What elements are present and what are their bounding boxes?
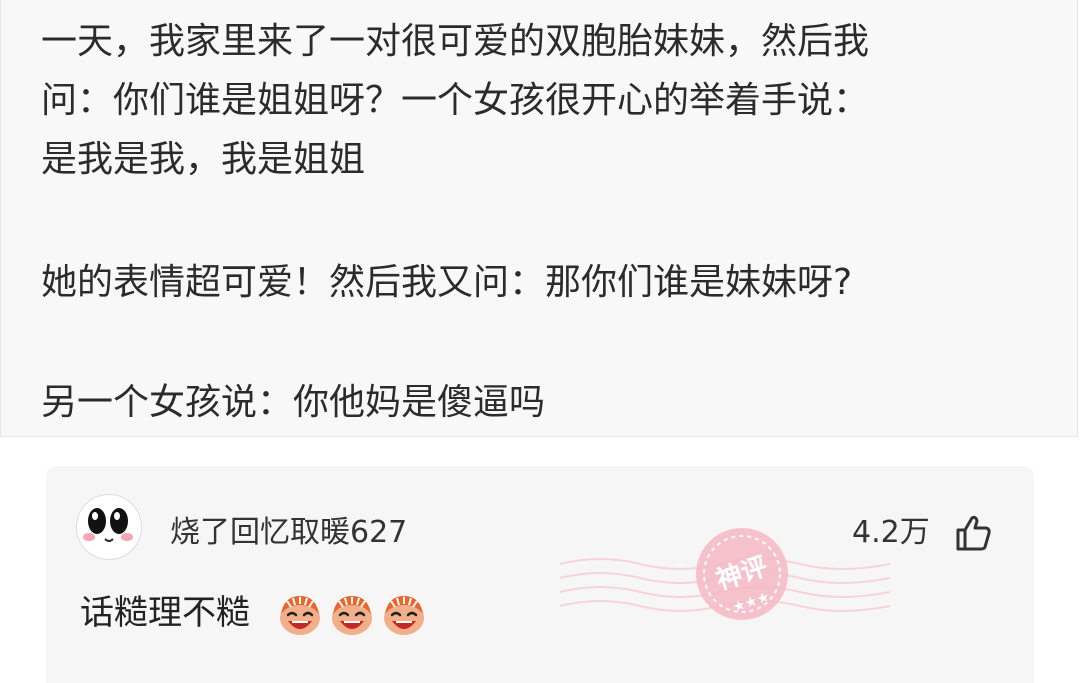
- post-text-line: 她的表情超可爱！然后我又问：那你们谁是妹妹呀?: [41, 262, 853, 303]
- laughing-emoji-icon: [280, 596, 320, 635]
- laughing-emoji-icon: [332, 596, 372, 635]
- thumbs-up-icon[interactable]: [952, 512, 994, 554]
- post-text-line: 问：你们谁是姐姐呀？一个女孩很开心的举着手说：: [41, 80, 870, 121]
- post-text-line: 一天，我家里来了一对很可爱的双胞胎妹妹，然后我: [41, 21, 870, 62]
- top-comment-stamp: 神评 ★★★: [560, 528, 890, 620]
- comment-text: 话糙理不糙: [80, 593, 250, 633]
- post-body: 一天，我家里来了一对很可爱的双胞胎妹妹，然后我 问：你们谁是姐姐呀？一个女孩很开…: [0, 0, 1078, 437]
- comment-username[interactable]: 烧了回忆取暖627: [170, 514, 407, 552]
- post-text-line: 另一个女孩说：你他妈是傻逼吗: [41, 382, 546, 423]
- laughing-emoji-icon: [384, 596, 424, 635]
- user-avatar[interactable]: [76, 494, 142, 560]
- like-count: 4.2万: [852, 515, 930, 550]
- cartoon-face-avatar: [83, 508, 133, 542]
- post-text-line: 是我是我，我是姐姐: [41, 139, 366, 180]
